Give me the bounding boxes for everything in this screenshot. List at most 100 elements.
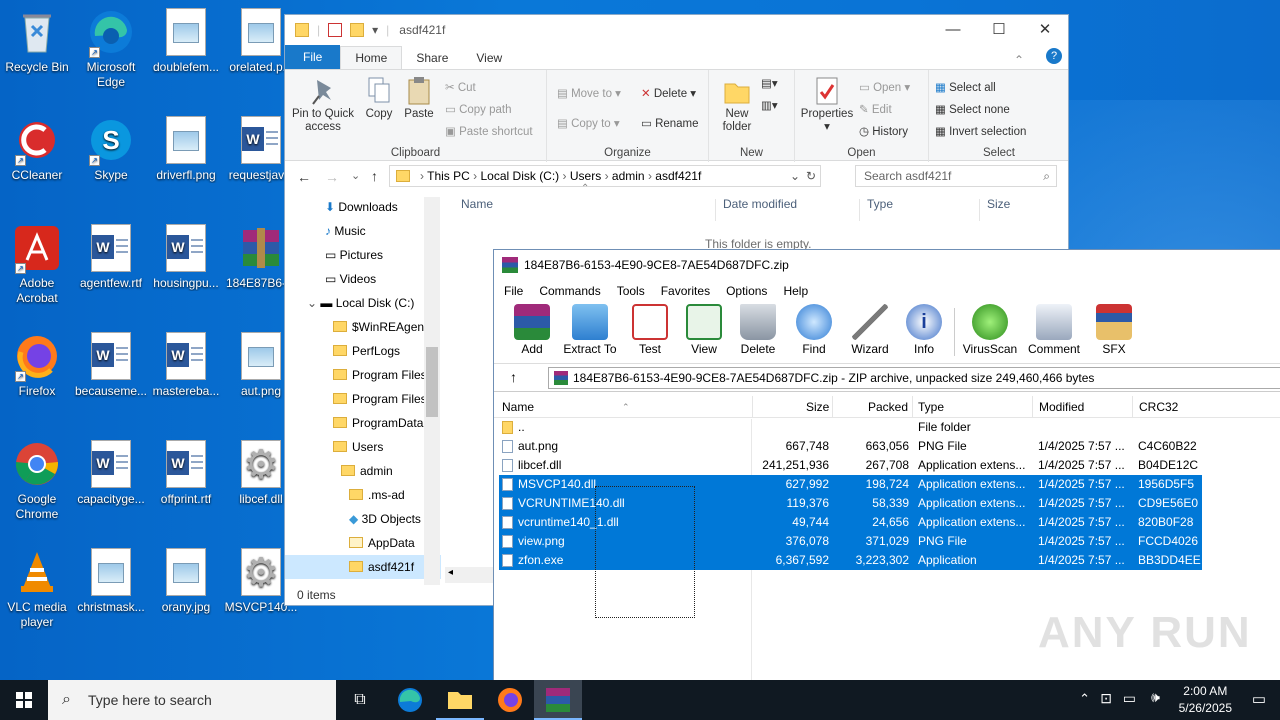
new-item-icon[interactable]: ▤▾ [761,76,778,90]
copy-path-button[interactable]: ▭ Copy path [445,102,512,116]
taskbar-winrar-icon[interactable] [534,680,582,720]
desktop-icon-chrome[interactable]: Google Chrome [0,440,74,522]
notifications-icon[interactable]: ▭ [1252,690,1266,708]
nav-item-admin[interactable]: admin [285,459,441,483]
desktop-icon-driverfl[interactable]: driverfl.png [149,116,223,183]
desktop-icon-doublefem[interactable]: doublefem... [149,8,223,75]
nav-item-program-files-x86[interactable]: Program Files [285,387,441,411]
volume-icon[interactable]: 🕪 [1151,689,1160,706]
close-button[interactable]: ✕ [1022,15,1068,45]
recent-locations-icon[interactable]: ⌄ [351,169,360,182]
up-arrow-icon[interactable]: ↑ [371,168,378,184]
quick-access-dropdown-icon[interactable]: ▾ [372,23,378,37]
nav-item-videos[interactable]: ▭ Videos [285,267,441,291]
menu-tools[interactable]: Tools [609,284,653,298]
menu-favorites[interactable]: Favorites [653,284,718,298]
select-none-button[interactable]: ▦ Select none [935,102,1010,116]
nav-item-winreagent[interactable]: $WinREAgent [285,315,441,339]
menu-options[interactable]: Options [718,284,775,298]
nav-item-asdf421f[interactable]: asdf421f [285,555,441,579]
copy-button[interactable]: Copy [361,76,397,121]
col-modified-header[interactable]: Modified [1039,396,1084,418]
tool-delete-button[interactable]: Delete [728,304,788,356]
nav-item-music[interactable]: ♪ Music [285,219,441,243]
move-to-button[interactable]: ▤ Move to ▾ [557,86,621,100]
address-dropdown-icon[interactable]: ⌄ [790,166,800,186]
cut-button[interactable]: ✂ Cut [445,80,476,94]
tool-wizard-button[interactable]: Wizard [840,304,900,356]
tab-file[interactable]: File [285,45,341,69]
col-name-header[interactable]: Name [502,396,534,418]
breadcrumb-users[interactable]: Users [570,169,601,183]
history-button[interactable]: ◷ History [859,124,908,138]
menu-help[interactable]: Help [775,284,816,298]
invert-selection-button[interactable]: ▦ Invert selection [935,124,1026,138]
nav-item-downloads[interactable]: ⬇ Downloads [285,195,441,219]
tool-test-button[interactable]: Test [620,304,680,356]
desktop-icon-housingpu[interactable]: W housingpu... [149,224,223,291]
desktop-icon-recycle-bin[interactable]: Recycle Bin [0,8,74,75]
taskbar-clock[interactable]: 2:00 AM 5/26/2025 [1179,683,1232,717]
show-hidden-icons-chevron-icon[interactable]: ⌃ [1079,691,1090,707]
properties-button[interactable]: Properties ▾ [799,76,855,134]
nav-item-program-files[interactable]: Program Files [285,363,441,387]
tool-info-button[interactable]: i Info [894,304,954,356]
tool-add-button[interactable]: Add [502,304,562,356]
delete-button[interactable]: ✕ Delete ▾ [641,86,696,100]
paste-shortcut-button[interactable]: ▣ Paste shortcut [445,124,533,138]
desktop-icon-capacityge[interactable]: W capacityge... [74,440,148,507]
open-button[interactable]: ▭ Open ▾ [859,80,910,94]
taskbar-search-box[interactable]: ⌕ Type here to search [48,680,336,720]
desktop-icon-adobe-acrobat[interactable]: ↗ Adobe Acrobat [0,224,74,306]
device-icon[interactable]: ⊡ [1100,690,1112,707]
desktop-icon-becauseme[interactable]: W becauseme... [74,332,148,399]
menu-commands[interactable]: Commands [531,284,608,298]
file-list-row[interactable]: .. File folder [499,418,1202,437]
nav-scrollbar[interactable] [424,197,440,585]
start-button[interactable] [0,680,48,720]
pin-quick-access-button[interactable]: Pin to Quick access [289,76,357,134]
col-crc-header[interactable]: CRC32 [1139,396,1178,418]
column-header-name[interactable]: Name [461,197,493,211]
file-list-row[interactable]: aut.png 667,748 663,056 PNG File 1/4/2025 7:… [499,437,1202,456]
col-type-header[interactable]: Type [918,396,944,418]
refresh-icon[interactable]: ↻ [806,166,816,186]
select-all-button[interactable]: ▦ Select all [935,80,996,94]
tab-view[interactable]: View [462,47,516,69]
collapse-ribbon-icon[interactable]: ⌃ [1000,49,1038,71]
properties-icon[interactable] [328,23,343,37]
file-list-row[interactable]: libcef.dll 241,251,936 267,708 Application … [499,456,1202,475]
desktop-icon-christmask[interactable]: christmask... [74,548,148,615]
easy-access-icon[interactable]: ▥▾ [761,98,778,112]
desktop-icon-offprint[interactable]: W offprint.rtf [149,440,223,507]
tool-comment-button[interactable]: Comment [1024,304,1084,356]
up-one-level-icon[interactable]: ↑ [510,369,517,385]
desktop-icon-firefox[interactable]: ↗ Firefox [0,332,74,399]
scrollbar-thumb[interactable] [426,347,438,417]
desktop-icon-agentfew[interactable]: W agentfew.rtf [74,224,148,291]
copy-to-button[interactable]: ▤ Copy to ▾ [557,116,620,130]
nav-item-ms-ad[interactable]: .ms-ad [285,483,441,507]
desktop-icon-mastereba[interactable]: W mastereba... [149,332,223,399]
tool-virusscan-button[interactable]: VirusScan [960,304,1020,356]
taskbar-firefox-icon[interactable] [486,680,534,720]
tab-share[interactable]: Share [402,47,462,69]
desktop-icon-orany[interactable]: orany.jpg [149,548,223,615]
help-icon[interactable]: ? [1046,48,1062,64]
archive-path-display[interactable]: 184E87B6-6153-4E90-9CE8-7AE54D687DFC.zip… [548,367,1280,389]
nav-item-local-disk[interactable]: ⌄ ▬ Local Disk (C:) [285,291,441,315]
horizontal-scrollbar[interactable]: ◂ [445,567,493,583]
menu-file[interactable]: File [496,284,531,298]
network-icon[interactable]: ▭ [1123,690,1136,707]
nav-item-programdata[interactable]: ProgramData [285,411,441,435]
minimize-button[interactable]: — [930,15,976,45]
maximize-button[interactable]: ☐ [976,15,1022,45]
edit-button[interactable]: ✎ Edit [859,102,892,116]
nav-item-perflogs[interactable]: PerfLogs [285,339,441,363]
desktop-icon-edge[interactable]: ↗ Microsoft Edge [74,8,148,90]
new-folder-button[interactable]: New folder [717,76,757,134]
desktop-icon-skype[interactable]: S ↗ Skype [74,116,148,183]
tool-extract-to-button[interactable]: Extract To [560,304,620,356]
column-header-type[interactable]: Type [867,197,893,211]
taskbar-edge-icon[interactable] [386,680,434,720]
